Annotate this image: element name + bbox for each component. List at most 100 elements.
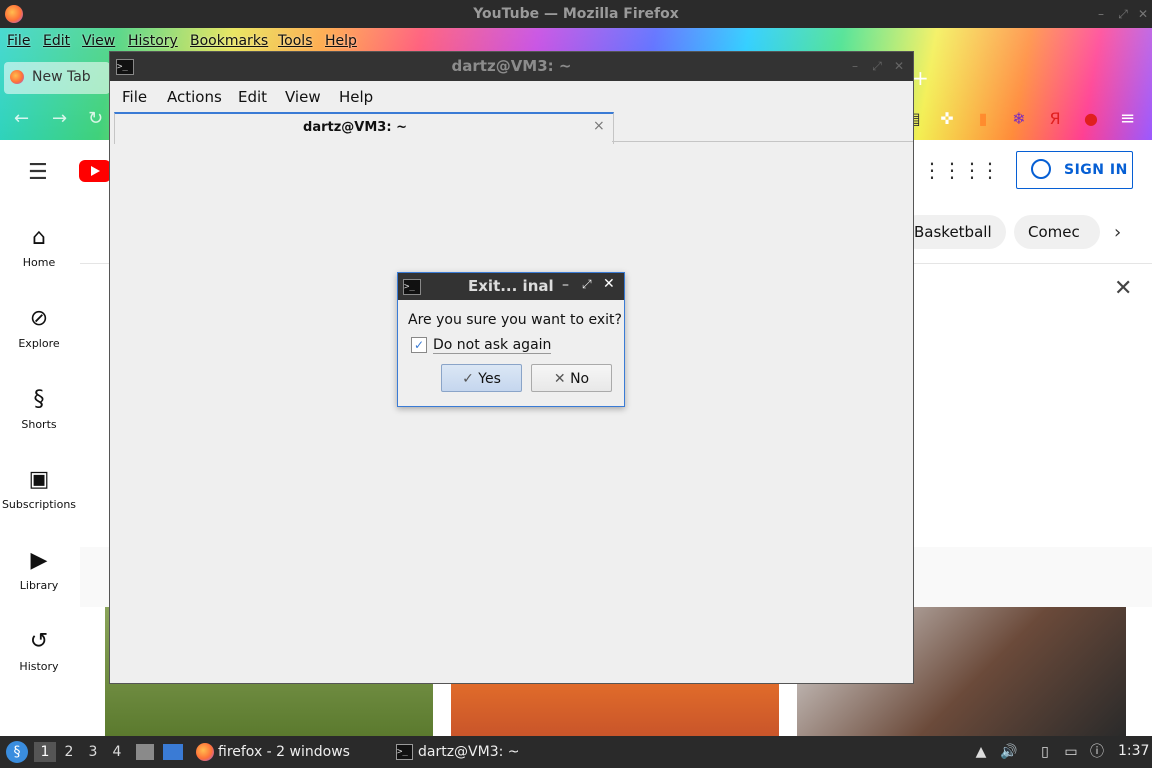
hamburger-icon[interactable]: ☰ — [28, 160, 48, 185]
account-icon — [1031, 159, 1051, 179]
workspace-4[interactable]: 4 — [106, 742, 128, 762]
tab-bar-line — [612, 141, 913, 142]
clock[interactable]: 1:37 — [1118, 743, 1149, 759]
sign-in-button[interactable]: SIGN IN — [1016, 151, 1133, 189]
tab-close-icon[interactable]: × — [593, 118, 605, 134]
menu-history[interactable]: History — [128, 28, 178, 54]
minimize-icon[interactable]: – — [1094, 7, 1108, 21]
volume-icon[interactable]: 🔊 — [1000, 743, 1018, 761]
workspace-1[interactable]: 1 — [34, 742, 56, 762]
chevron-right-icon[interactable]: › — [1114, 222, 1121, 243]
menu-edit[interactable]: Edit — [238, 88, 267, 106]
sidebar-item-label: Shorts — [21, 418, 57, 431]
menu-file[interactable]: File — [122, 88, 147, 106]
notification-icon[interactable]: ⓘ — [1088, 743, 1106, 761]
terminal-icon: >_ — [396, 744, 413, 760]
exit-dialog: >_ Exit... inal – ⤢ ✕ Are you sure you w… — [397, 272, 625, 407]
terminal-tab-label: dartz@VM3: ~ — [303, 120, 407, 135]
dialog-message: Are you sure you want to exit? — [408, 312, 622, 328]
terminal-tab[interactable]: dartz@VM3: ~ × — [114, 112, 614, 144]
minimize-icon[interactable]: – — [562, 277, 569, 293]
extension-icon[interactable]: ❄ — [1010, 110, 1028, 128]
history-icon: ↺ — [29, 629, 49, 654]
extension-yandex-icon[interactable]: Я — [1046, 110, 1064, 128]
chip-basketball[interactable]: Basketball — [900, 215, 1006, 249]
sidebar-item-home[interactable]: ⌂ Home — [0, 224, 78, 269]
forward-icon[interactable]: → — [52, 108, 67, 129]
x-icon: ✕ — [553, 371, 566, 387]
sidebar-item-label: Explore — [18, 337, 60, 350]
apps-grid-icon[interactable]: ⋮⋮⋮ — [922, 158, 982, 182]
checkbox-label[interactable]: Do not ask again — [433, 337, 552, 354]
close-banner-icon[interactable]: ✕ — [1114, 276, 1132, 301]
maximize-icon[interactable]: ⤢ — [1116, 7, 1130, 21]
dialog-title: Exit... inal — [468, 277, 554, 295]
menu-edit[interactable]: Edit — [43, 28, 70, 54]
taskbar-firefox-label: firefox - 2 windows — [218, 744, 350, 760]
workspace-3[interactable]: 3 — [82, 742, 104, 762]
no-label: No — [570, 371, 590, 387]
sidebar-item-label: Home — [22, 256, 56, 269]
yes-button[interactable]: ✓ Yes — [441, 364, 522, 392]
network-icon[interactable]: ▭ — [1062, 743, 1080, 761]
firefox-tab-icon — [10, 70, 24, 84]
taskbar-terminal-label: dartz@VM3: ~ — [418, 744, 520, 760]
start-menu-icon[interactable]: § — [6, 741, 28, 763]
menu-view[interactable]: View — [285, 88, 321, 106]
firefox-menu-icon[interactable]: ≡ — [1120, 108, 1135, 129]
firefox-menubar: File Edit View History Bookmarks Tools H… — [0, 28, 1152, 54]
show-desktop-icon[interactable] — [163, 744, 183, 760]
firefox-icon — [196, 743, 214, 761]
minimize-icon[interactable]: – — [848, 59, 862, 73]
terminal-menubar: File Actions Edit View Help — [110, 81, 913, 111]
compass-icon: ⊘ — [29, 306, 49, 331]
chip-comedy[interactable]: Comec — [1014, 215, 1100, 249]
firefox-window-title: YouTube — Mozilla Firefox — [473, 6, 679, 22]
menu-view[interactable]: View — [82, 28, 115, 54]
subscriptions-icon: ▣ — [28, 467, 50, 492]
sign-in-label: SIGN IN — [1064, 162, 1128, 178]
workspace-2[interactable]: 2 — [58, 742, 80, 762]
extension-icon[interactable]: ✜ — [938, 110, 956, 128]
close-icon[interactable]: ✕ — [892, 59, 906, 73]
menu-tools[interactable]: Tools — [278, 28, 313, 54]
taskbar: § 1 2 3 4 firefox - 2 windows >_ dartz@V… — [0, 736, 1152, 768]
reload-icon[interactable]: ↻ — [88, 108, 103, 129]
menu-bookmarks[interactable]: Bookmarks — [190, 28, 268, 54]
removable-drive-icon[interactable]: ▲ — [972, 743, 990, 761]
no-button[interactable]: ✕ No — [531, 364, 612, 392]
close-icon[interactable]: ✕ — [603, 276, 615, 292]
extension-icon[interactable]: ● — [1082, 110, 1100, 128]
sidebar-item-subscriptions[interactable]: ▣ Subscriptions — [0, 466, 78, 511]
firefox-tab-label: New Tab — [32, 69, 91, 85]
close-icon[interactable]: ✕ — [1136, 7, 1150, 21]
yes-label: Yes — [478, 371, 501, 387]
new-tab-button[interactable]: + — [912, 66, 929, 90]
extension-trash-icon[interactable]: ▮ — [974, 110, 992, 128]
sidebar-item-explore[interactable]: ⊘ Explore — [0, 305, 78, 350]
maximize-icon[interactable]: ⤢ — [582, 277, 592, 292]
back-icon[interactable]: ← — [14, 108, 29, 129]
check-icon: ✓ — [462, 371, 474, 387]
sidebar-item-library[interactable]: ▶ Library — [0, 547, 78, 592]
shorts-icon: § — [33, 387, 45, 412]
file-manager-icon[interactable] — [136, 744, 154, 760]
menu-file[interactable]: File — [7, 28, 30, 54]
sidebar-item-label: Subscriptions — [1, 498, 77, 511]
library-icon: ▶ — [30, 548, 48, 573]
more-options-icon[interactable]: ⋮ — [980, 158, 1000, 182]
menu-help[interactable]: Help — [339, 88, 373, 106]
menu-actions[interactable]: Actions — [167, 88, 222, 106]
sidebar-item-history[interactable]: ↺ History — [0, 628, 78, 673]
youtube-logo-icon[interactable] — [79, 160, 111, 182]
home-icon: ⌂ — [32, 225, 46, 250]
clipboard-icon[interactable]: ▯ — [1036, 743, 1054, 761]
do-not-ask-checkbox[interactable]: ✓ — [411, 337, 427, 353]
maximize-icon[interactable]: ⤢ — [870, 59, 884, 73]
menu-help[interactable]: Help — [325, 28, 357, 54]
sidebar-item-shorts[interactable]: § Shorts — [0, 386, 78, 431]
sidebar-item-label: Library — [19, 579, 59, 592]
terminal-window-title: dartz@VM3: ~ — [451, 57, 572, 75]
sidebar-item-label: History — [19, 660, 59, 673]
terminal-icon: >_ — [403, 279, 421, 295]
